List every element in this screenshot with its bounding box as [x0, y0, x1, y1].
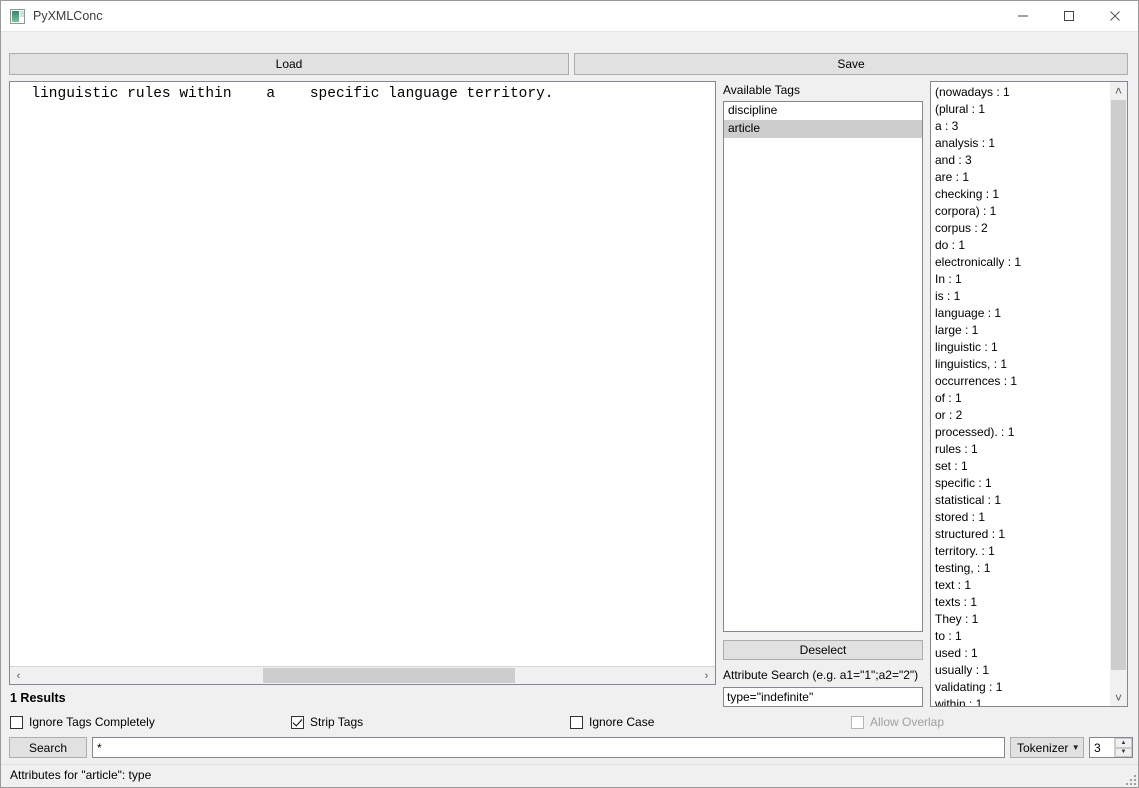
minimize-button[interactable]	[1000, 1, 1046, 31]
frequency-item[interactable]: (nowadays : 1	[931, 84, 1111, 101]
frequency-item[interactable]: checking : 1	[931, 186, 1111, 203]
search-button[interactable]: Search	[9, 737, 87, 758]
frequency-item[interactable]: used : 1	[931, 645, 1111, 662]
minimize-icon	[1018, 15, 1028, 17]
frequency-item[interactable]: and : 3	[931, 152, 1111, 169]
save-button[interactable]: Save	[574, 53, 1128, 75]
checkbox-label-strip-tags: Strip Tags	[310, 715, 364, 729]
frequency-item[interactable]: of : 1	[931, 390, 1111, 407]
frequency-item[interactable]: set : 1	[931, 458, 1111, 475]
frequency-item[interactable]: territory. : 1	[931, 543, 1111, 560]
maximize-button[interactable]	[1046, 1, 1092, 31]
close-icon	[1110, 11, 1120, 21]
frequency-item[interactable]: occurrences : 1	[931, 373, 1111, 390]
tag-item[interactable]: article	[724, 120, 922, 138]
context-size-value[interactable]: 3	[1090, 738, 1114, 757]
frequency-item[interactable]: (plural : 1	[931, 101, 1111, 118]
frequency-item[interactable]: language : 1	[931, 305, 1111, 322]
window-title: PyXMLConc	[33, 9, 103, 23]
tokenizer-dropdown[interactable]: Tokenizer ▼	[1010, 737, 1084, 758]
ignore-case-checkbox[interactable]: Ignore Case	[570, 714, 654, 730]
word-frequency-panel[interactable]: (nowadays : 1 (plural : 1a : 3 analysis : …	[930, 81, 1128, 707]
checkbox-box-strip-tags	[291, 715, 304, 729]
available-tags-list[interactable]: discipline article	[723, 101, 923, 632]
allow-overlap-checkbox: Allow Overlap	[851, 714, 944, 730]
frequency-item[interactable]: statistical : 1	[931, 492, 1111, 509]
resize-grip-icon[interactable]	[1124, 773, 1136, 785]
ignore-tags-completely-checkbox[interactable]: Ignore Tags Completely	[10, 714, 155, 730]
scroll-up-icon[interactable]: ˄	[1110, 82, 1127, 99]
frequency-item[interactable]: usually : 1	[931, 662, 1111, 679]
frequency-scrollbar-thumb[interactable]	[1111, 100, 1126, 670]
frequency-item[interactable]: texts : 1	[931, 594, 1111, 611]
frequency-item[interactable]: to : 1	[931, 628, 1111, 645]
frequency-item[interactable]: rules : 1	[931, 441, 1111, 458]
checkbox-box-ignore-case	[570, 715, 583, 729]
frequency-vertical-scrollbar[interactable]: ˄ ˅	[1110, 82, 1127, 706]
stepper-down-button[interactable]: ▼	[1115, 747, 1132, 757]
stepper-up-button[interactable]: ▲	[1115, 738, 1132, 748]
horizontal-scrollbar-thumb[interactable]	[263, 668, 515, 683]
frequency-item[interactable]: structured : 1	[931, 526, 1111, 543]
frequency-item[interactable]: analysis : 1	[931, 135, 1111, 152]
close-button[interactable]	[1092, 1, 1138, 31]
deselect-button[interactable]: Deselect	[723, 640, 923, 660]
frequency-item[interactable]: do : 1	[931, 237, 1111, 254]
frequency-item[interactable]: processed). : 1	[931, 424, 1111, 441]
tag-item[interactable]: discipline	[724, 102, 922, 120]
checkbox-box-ignore-tags	[10, 715, 23, 729]
status-bar-text: Attributes for "article": type	[10, 768, 152, 782]
horizontal-scrollbar[interactable]: ‹ ›	[10, 666, 715, 684]
frequency-item[interactable]: stored : 1	[931, 509, 1111, 526]
search-input[interactable]	[92, 737, 1005, 758]
load-button[interactable]: Load	[9, 53, 569, 75]
available-tags-label: Available Tags	[723, 83, 800, 97]
scroll-right-icon[interactable]: ›	[698, 667, 715, 684]
word-frequency-list[interactable]: (nowadays : 1 (plural : 1a : 3 analysis : …	[931, 82, 1111, 706]
frequency-item[interactable]: They : 1	[931, 611, 1111, 628]
frequency-item[interactable]: linguistics, : 1	[931, 356, 1111, 373]
checkbox-box-allow-overlap	[851, 715, 864, 729]
checkbox-label-allow-overlap: Allow Overlap	[870, 715, 945, 729]
scroll-left-icon[interactable]: ‹	[10, 667, 27, 684]
results-count-label: 1 Results	[10, 691, 66, 705]
tokenizer-selected-value: Tokenizer	[1017, 740, 1069, 755]
frequency-item[interactable]: electronically : 1	[931, 254, 1111, 271]
concordance-text-panel[interactable]: linguistic rules within a specific langu…	[9, 81, 716, 685]
chevron-down-icon: ▼	[1071, 743, 1080, 752]
frequency-item[interactable]: testing, : 1	[931, 560, 1111, 577]
frequency-item[interactable]: validating : 1	[931, 679, 1111, 696]
frequency-item[interactable]: text : 1	[931, 577, 1111, 594]
frequency-item[interactable]: linguistic : 1	[931, 339, 1111, 356]
scroll-down-icon[interactable]: ˅	[1110, 689, 1127, 706]
status-bar: Attributes for "article": type	[1, 764, 1138, 787]
frequency-item[interactable]: specific : 1	[931, 475, 1111, 492]
frequency-item[interactable]: a : 3	[931, 118, 1111, 135]
frequency-item[interactable]: large : 1	[931, 322, 1111, 339]
strip-tags-checkbox[interactable]: Strip Tags	[291, 714, 363, 730]
frequency-item[interactable]: corpora) : 1	[931, 203, 1111, 220]
app-logo-icon	[10, 9, 25, 24]
context-size-stepper[interactable]: 3 ▲ ▼	[1089, 737, 1133, 758]
title-bar: PyXMLConc	[1, 1, 1138, 32]
frequency-item[interactable]: In : 1	[931, 271, 1111, 288]
checkbox-label-ignore-tags: Ignore Tags Completely	[29, 715, 155, 729]
application-window: PyXMLConc Load Save linguistic rules wit…	[0, 0, 1139, 788]
attribute-search-label: Attribute Search (e.g. a1="1";a2="2")	[723, 668, 919, 682]
frequency-item[interactable]: is : 1	[931, 288, 1111, 305]
maximize-icon	[1064, 11, 1074, 21]
stepper-buttons: ▲ ▼	[1114, 738, 1132, 757]
frequency-item[interactable]: corpus : 2	[931, 220, 1111, 237]
frequency-item[interactable]: or : 2	[931, 407, 1111, 424]
concordance-text: linguistic rules within a specific langu…	[14, 86, 554, 102]
attribute-search-input[interactable]	[723, 687, 923, 707]
checkbox-label-ignore-case: Ignore Case	[589, 715, 655, 729]
frequency-item[interactable]: within : 1	[931, 696, 1111, 706]
frequency-item[interactable]: are : 1	[931, 169, 1111, 186]
